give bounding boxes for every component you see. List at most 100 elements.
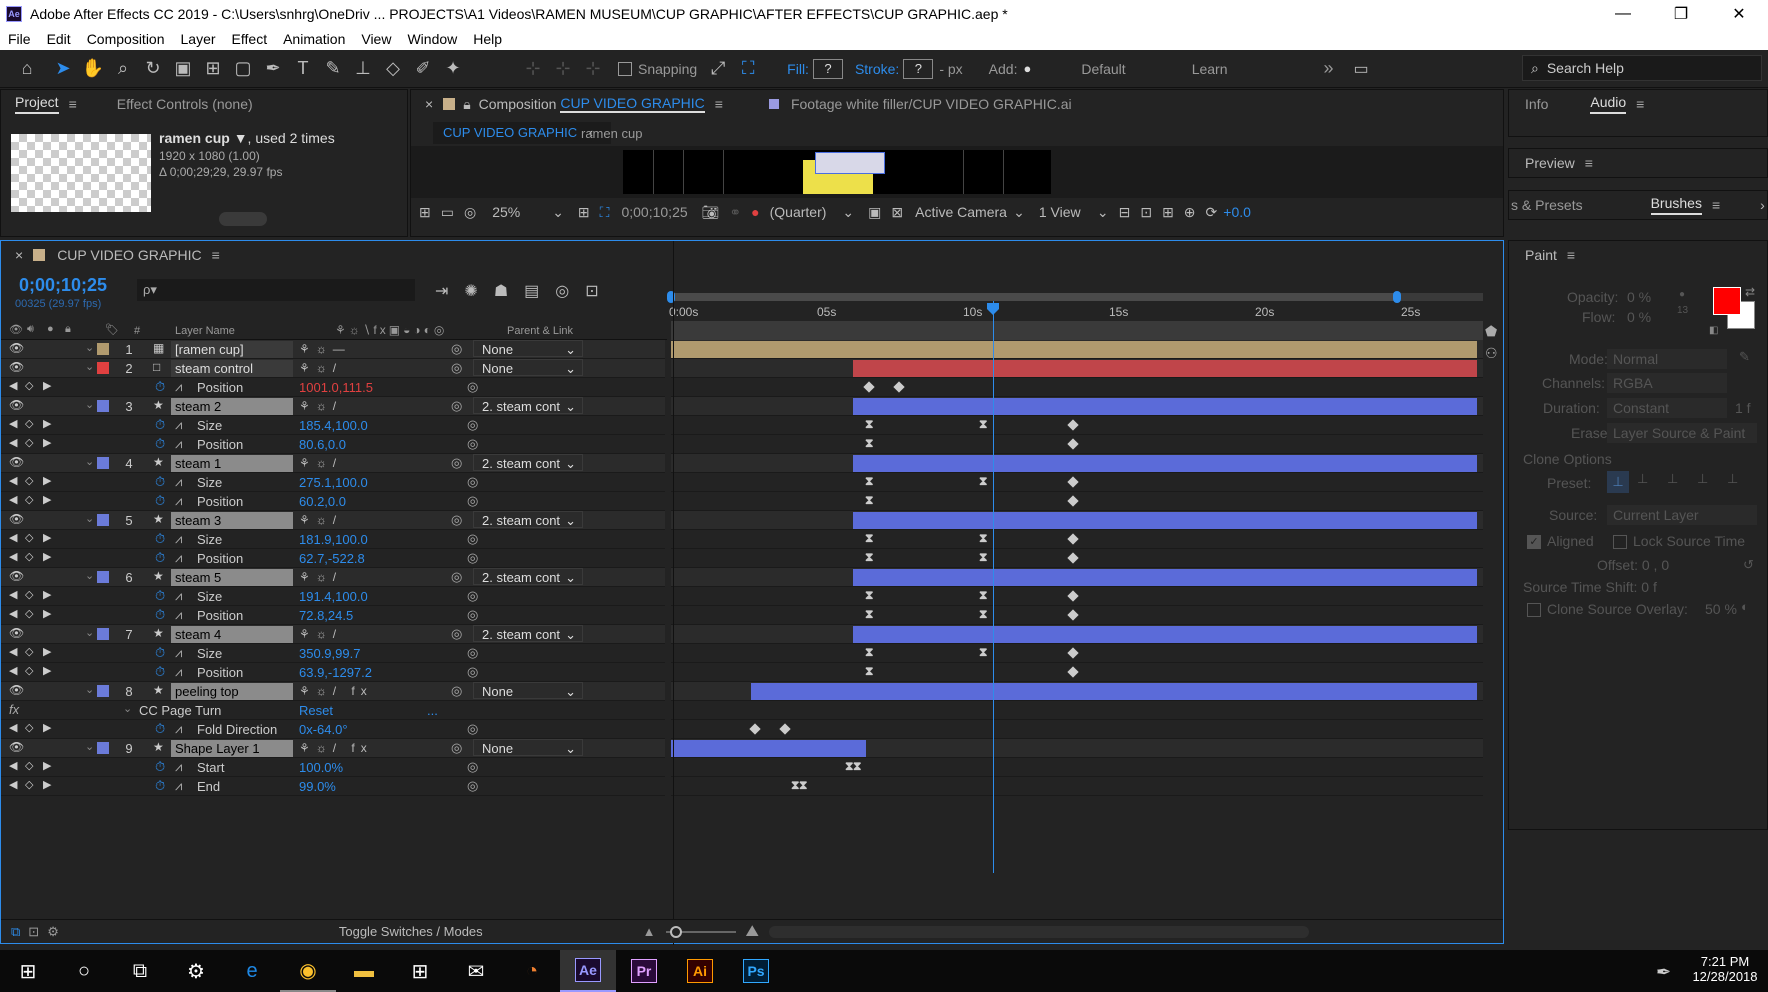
- timeline-scrollbar[interactable]: [768, 925, 1309, 938]
- views-dropdown[interactable]: 1 View: [1039, 204, 1097, 220]
- clone-overlay-value[interactable]: 50 %: [1705, 601, 1737, 617]
- keyframe-hold[interactable]: ⧗: [865, 664, 873, 679]
- parent-link-header[interactable]: Parent & Link: [507, 325, 573, 337]
- flowchart-icon[interactable]: ⊕: [1184, 204, 1196, 221]
- menu-help[interactable]: Help: [465, 31, 510, 47]
- region-icon[interactable]: ⛶: [600, 204, 610, 221]
- channel-icon[interactable]: ●: [751, 204, 759, 220]
- track-row[interactable]: ⧗: [671, 492, 1483, 511]
- comp-mini-flowchart-icon[interactable]: ⇥: [435, 281, 448, 301]
- toggle-switches-modes[interactable]: Toggle Switches / Modes: [339, 924, 483, 939]
- track-row[interactable]: [671, 625, 1483, 644]
- channels-dropdown[interactable]: RGBA: [1607, 373, 1727, 393]
- layer-duration-bar[interactable]: [853, 626, 1477, 643]
- comp-timecode[interactable]: 0;00;10;25: [621, 204, 687, 220]
- snap-option-icon[interactable]: ⤢: [703, 54, 733, 84]
- work-area-end-handle[interactable]: [1393, 291, 1401, 303]
- keyframe-hold[interactable]: ⧗: [865, 607, 873, 622]
- minimize-button[interactable]: —: [1594, 0, 1652, 28]
- comp-button-icon[interactable]: ⬟: [1485, 323, 1497, 340]
- resolution-dropdown[interactable]: (Quarter): [770, 204, 827, 220]
- in-out-pane-icon[interactable]: ⚙: [47, 924, 59, 940]
- view-axis-icon[interactable]: ⊹: [578, 54, 608, 84]
- close-button[interactable]: ✕: [1710, 0, 1768, 28]
- track-row[interactable]: [671, 511, 1483, 530]
- premiere-taskbar[interactable]: Pr: [616, 950, 672, 992]
- chrome-icon[interactable]: ◉: [280, 950, 336, 992]
- work-area-bar[interactable]: [667, 289, 1483, 303]
- timeline-current-time[interactable]: 0;00;10;25: [19, 275, 107, 296]
- hand-tool-icon[interactable]: ✋: [78, 54, 108, 84]
- layer-duration-bar[interactable]: [853, 398, 1477, 415]
- eyedropper-icon[interactable]: ✎: [1739, 349, 1750, 365]
- layer-name-header[interactable]: Layer Name: [175, 325, 235, 337]
- clone-preset-4-icon[interactable]: ⊥: [1697, 471, 1708, 487]
- mail-icon[interactable]: ✉: [448, 950, 504, 992]
- audio-menu-icon[interactable]: ≡: [1636, 96, 1644, 112]
- comp-reset-icon[interactable]: ⊡: [1140, 204, 1152, 221]
- lock-header-icon[interactable]: 🔒︎: [65, 323, 71, 336]
- add-icon[interactable]: ●: [1023, 61, 1031, 76]
- timeline-menu-icon[interactable]: ≡: [212, 247, 220, 263]
- keyframe-hold[interactable]: ⧗: [865, 417, 873, 432]
- keyframe-hold[interactable]: ⧗: [979, 474, 987, 489]
- track-row[interactable]: [671, 720, 1483, 739]
- snap-target-icon[interactable]: ⛶: [733, 54, 763, 84]
- menu-composition[interactable]: Composition: [79, 31, 173, 47]
- blender-icon[interactable]: ◔: [504, 950, 560, 992]
- track-row[interactable]: ⧗ ⧗: [671, 758, 1483, 777]
- keyframe-hold[interactable]: ⧗: [979, 607, 987, 622]
- tab-paint[interactable]: Paint: [1525, 247, 1557, 263]
- tab-info[interactable]: Info: [1525, 96, 1548, 112]
- swap-colors-icon[interactable]: ⇄: [1745, 285, 1755, 299]
- keyframe-diamond[interactable]: [1067, 609, 1079, 621]
- vr-icon[interactable]: ◎: [464, 204, 476, 221]
- duration-dropdown[interactable]: Constant: [1607, 398, 1727, 418]
- pan-behind-tool-icon[interactable]: ⊞: [198, 54, 228, 84]
- label-header-icon[interactable]: 🏷︎: [105, 323, 119, 336]
- track-row[interactable]: [671, 340, 1483, 359]
- home-icon[interactable]: ⌂: [12, 54, 42, 84]
- axis-mode-icon[interactable]: ⊹: [518, 54, 548, 84]
- fast-preview-icon[interactable]: ▣: [868, 204, 881, 221]
- draft-3d-icon[interactable]: ✺: [464, 281, 477, 301]
- track-row[interactable]: ⧗ ⧗: [671, 644, 1483, 663]
- keyframe-diamond[interactable]: [1067, 476, 1079, 488]
- flow-value[interactable]: 0 %: [1627, 309, 1651, 325]
- source-dropdown[interactable]: Current Layer: [1607, 505, 1757, 525]
- time-navigator[interactable]: [671, 321, 1483, 340]
- zoom-tool-icon[interactable]: ⌕: [108, 54, 138, 84]
- solo-header-icon[interactable]: ●: [47, 323, 54, 335]
- tab-brushes[interactable]: Brushes: [1650, 195, 1702, 215]
- track-row[interactable]: ⧗: [671, 663, 1483, 682]
- menu-effect[interactable]: Effect: [224, 31, 276, 47]
- transparency-grid-icon[interactable]: ⊠: [891, 204, 903, 221]
- track-row[interactable]: [671, 701, 1483, 720]
- file-explorer-icon[interactable]: ▬: [336, 950, 392, 992]
- breadcrumb-comp[interactable]: CUP VIDEO GRAPHIC: [443, 125, 577, 140]
- menu-window[interactable]: Window: [399, 31, 465, 47]
- edge-icon[interactable]: e: [224, 950, 280, 992]
- project-scrollbar[interactable]: [219, 212, 267, 226]
- workspace-overflow-icon[interactable]: »: [1324, 58, 1334, 79]
- clone-overlay-checkbox[interactable]: [1527, 603, 1541, 617]
- keyframe-hold[interactable]: ⧗: [865, 436, 873, 451]
- timeline-zoom-slider[interactable]: [665, 925, 736, 938]
- type-tool-icon[interactable]: T: [288, 54, 318, 84]
- lock-icon[interactable]: 🔒︎: [463, 96, 470, 113]
- track-row[interactable]: [671, 454, 1483, 473]
- reset-offset-icon[interactable]: ↺: [1743, 557, 1754, 573]
- track-row[interactable]: ⧗ ⧗: [671, 473, 1483, 492]
- difference-mode-icon[interactable]: ◐: [1741, 599, 1749, 614]
- workspace-window-icon[interactable]: ▭: [1354, 59, 1369, 79]
- timeline-close-icon[interactable]: ×: [15, 247, 23, 263]
- graph-editor-icon[interactable]: ⊡: [585, 281, 598, 301]
- monitor-icon[interactable]: ▭: [441, 204, 454, 221]
- project-menu-icon[interactable]: ≡: [69, 96, 77, 112]
- keyframe-diamond[interactable]: [749, 723, 761, 735]
- menu-view[interactable]: View: [353, 31, 399, 47]
- settings-icon[interactable]: ⚙: [168, 950, 224, 992]
- always-preview-icon[interactable]: ⊞: [419, 204, 431, 221]
- paint-menu-icon[interactable]: ≡: [1567, 247, 1575, 263]
- pen-workspace-icon[interactable]: ✒: [1656, 962, 1671, 983]
